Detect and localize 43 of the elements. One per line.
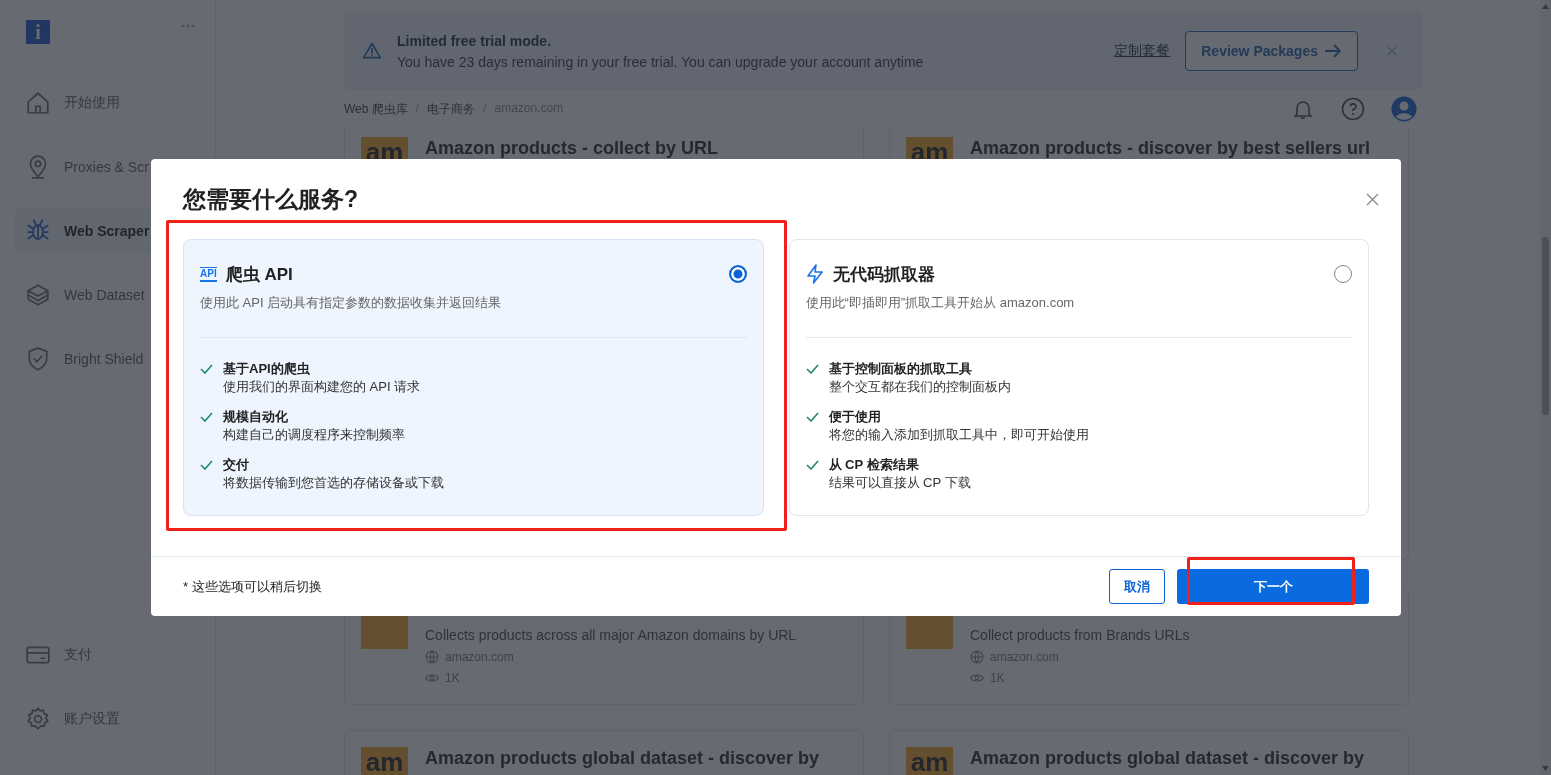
dialog-title: 您需要什么服务? [183,184,359,214]
footnote: * 这些选项可以稍后切换 [183,577,322,596]
next-button[interactable]: 下一个 [1177,569,1369,604]
feature-description: 将数据传输到您首选的存储设备或下载 [223,474,444,492]
link[interactable]: 定制套餐 [1114,42,1171,60]
check-icon [200,412,213,422]
card-title: Amazon products - discover by best sellers url [970,137,1371,159]
feature-description: 结果可以直接从 CP 下载 [828,474,971,492]
feature-description: 构建自己的调度程序来控制频率 [223,426,405,444]
card-description: Collect products from Brands URLs [970,627,1190,643]
option-description: 使用此 API 启动具有指定参数的数据收集并返回结果 [200,294,503,312]
card-title: Amazon products - collect by URL [425,137,719,159]
feature-description: 将您的输入添加到抓取工具中，即可开始使用 [828,426,1089,444]
banner-title: Limited free trial mode. [397,32,553,49]
feature-title: 基于API的爬虫 [223,360,311,378]
option-title: 爬虫 API [225,263,294,286]
breadcrumb-separator: / [483,100,487,117]
feature-title: 便于使用 [828,408,882,426]
option-description: 使用此“即插即用”抓取工具开始从 amazon.com [805,294,1076,312]
cancel-button[interactable]: 取消 [1109,569,1165,604]
option-card[interactable]: 无代码抓取器 使用此“即插即用”抓取工具开始从 amazon.com 基于控制面板的抓取工具 整个交互都在我们的控制面板内 便于使用 将您的输入添加到抓取工具中，即可开始使用 从 CP 检索结果 结果可以直接从 CP 下载 [788,239,1369,516]
check-icon [805,460,819,470]
feature-description: 使用我们的界面构建您的 API 请求 [223,378,421,396]
feature-title: 交付 [223,456,250,474]
close-icon[interactable] [1366,192,1379,206]
check-icon [805,364,819,374]
feature-title: 基于控制面板的抓取工具 [828,360,973,378]
feature-title: 规模自动化 [223,408,289,426]
feature-description: 整个交互都在我们的控制面板内 [828,378,1011,396]
feature-title: 从 CP 检索结果 [828,456,920,474]
option-title: 无代码抓取器 [832,263,936,286]
card-title: Amazon products global dataset - discover by [970,747,1365,769]
radio-button[interactable] [728,265,747,283]
check-icon [200,364,213,374]
card-title: Amazon products global dataset - discover by [425,747,820,769]
radio-button[interactable] [1334,265,1352,283]
check-icon [805,412,819,422]
breadcrumb-separator: / [415,100,420,117]
option-card[interactable]: API 爬虫 API 使用此 API 启动具有指定参数的数据收集并返回结果 基于API的爬虫 使用我们的界面构建您的 API 请求 规模自动化 构建自己的调度程序来控制频率 交付 将数据传输到您首选的存储设备或下载 [183,239,764,516]
banner-message: You have 23 days remaining in your free trial. You can upgrade your account anytime [397,53,925,70]
lightning-icon [805,264,824,284]
check-icon [200,460,213,470]
card-description: Collects products across all major Amazon domains by URL [425,627,797,643]
